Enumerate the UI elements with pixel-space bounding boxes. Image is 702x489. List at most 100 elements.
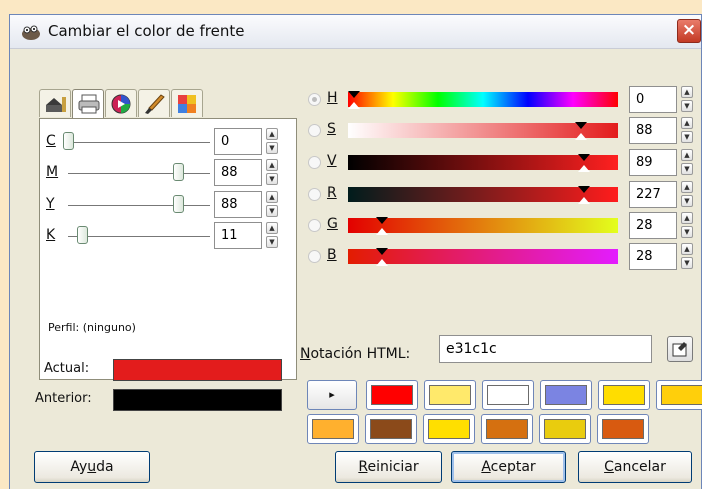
tab-paintbrush[interactable] xyxy=(138,89,170,117)
history-swatch[interactable] xyxy=(365,414,417,444)
spin-up-button[interactable]: ▲ xyxy=(681,181,693,193)
scale-value-input-h[interactable] xyxy=(629,86,677,113)
scale-radio-b[interactable] xyxy=(308,250,321,263)
cmyk-slider-track-c[interactable] xyxy=(68,142,210,143)
scale-radio-h[interactable] xyxy=(308,93,321,106)
scale-marker-bottom[interactable] xyxy=(577,197,590,204)
scale-label-v: V xyxy=(327,153,337,169)
scale-marker-top[interactable] xyxy=(376,248,389,255)
scale-marker-bottom[interactable] xyxy=(575,133,588,140)
cancel-button[interactable]: Cancelar xyxy=(578,451,692,483)
scale-marker-top[interactable] xyxy=(348,91,360,98)
scale-marker-top[interactable] xyxy=(376,217,389,224)
scale-bar-g[interactable] xyxy=(348,217,618,235)
cmyk-spinner-y: ▲ ▼ xyxy=(266,191,278,218)
title-bar[interactable]: Cambiar el color de frente × xyxy=(10,15,701,49)
scale-spinner-r: ▲ ▼ xyxy=(681,181,693,208)
help-button[interactable]: Ayuda xyxy=(34,451,150,483)
scale-bar-r[interactable] xyxy=(348,186,618,204)
spin-down-button[interactable]: ▼ xyxy=(266,173,278,185)
paintbrush-icon xyxy=(145,94,165,114)
scale-marker-bottom[interactable] xyxy=(577,165,590,172)
scale-radio-g[interactable] xyxy=(308,219,321,232)
cmyk-slider-track-y[interactable] xyxy=(68,205,210,206)
scale-marker-top[interactable] xyxy=(577,186,590,193)
cmyk-slider-track-k[interactable] xyxy=(68,236,210,237)
history-swatch[interactable] xyxy=(597,414,649,444)
html-notation-label-rest: otación HTML: xyxy=(310,346,411,362)
history-swatch[interactable] xyxy=(481,414,533,444)
cmyk-slider-thumb-k[interactable] xyxy=(76,226,88,244)
color-picker-button[interactable] xyxy=(667,336,693,362)
scale-spinner-s: ▲ ▼ xyxy=(681,117,693,144)
scale-marker-bottom[interactable] xyxy=(348,102,360,109)
reset-button[interactable]: Reiniciar xyxy=(335,451,442,483)
scale-bar-b[interactable] xyxy=(348,248,618,266)
tab-color-wheel[interactable] xyxy=(105,89,137,117)
scale-bar-v[interactable] xyxy=(348,154,618,172)
history-swatch[interactable] xyxy=(307,414,359,444)
history-swatch[interactable] xyxy=(423,414,475,444)
history-swatch[interactable] xyxy=(539,414,591,444)
scale-label-s: S xyxy=(327,121,336,137)
tab-palette[interactable] xyxy=(171,89,203,117)
spin-down-button[interactable]: ▼ xyxy=(681,195,693,207)
scale-radio-s[interactable] xyxy=(308,124,321,137)
cmyk-slider-thumb-c[interactable] xyxy=(63,132,74,150)
add-to-history-button[interactable]: ▸ xyxy=(307,380,357,410)
spin-down-button[interactable]: ▼ xyxy=(681,163,693,175)
scale-value-input-g[interactable] xyxy=(629,212,677,239)
cmyk-value-input-y[interactable] xyxy=(214,191,262,218)
scale-marker-top[interactable] xyxy=(575,122,588,129)
cmyk-value-input-c[interactable] xyxy=(214,128,262,155)
spin-up-button[interactable]: ▲ xyxy=(266,222,278,234)
cmyk-value-input-m[interactable] xyxy=(214,159,262,186)
spin-down-button[interactable]: ▼ xyxy=(266,142,278,154)
history-swatch-fill xyxy=(544,419,586,439)
spin-up-button[interactable]: ▲ xyxy=(681,243,693,255)
history-swatch[interactable] xyxy=(598,380,650,410)
spin-up-button[interactable]: ▲ xyxy=(266,159,278,171)
history-swatch[interactable] xyxy=(482,380,534,410)
spin-up-button[interactable]: ▲ xyxy=(681,149,693,161)
history-swatch[interactable] xyxy=(540,380,592,410)
spin-down-button[interactable]: ▼ xyxy=(681,257,693,269)
tab-gimp-selector[interactable] xyxy=(39,89,71,117)
help-button-label-pre: Ay xyxy=(70,459,88,475)
gimp-selector-icon xyxy=(46,97,66,112)
spin-down-button[interactable]: ▼ xyxy=(681,100,693,112)
tab-cmyk[interactable] xyxy=(72,89,104,119)
scale-value-input-s[interactable] xyxy=(629,117,677,144)
close-button[interactable]: × xyxy=(677,19,701,43)
scale-row-s: S▲▼ xyxy=(298,116,698,146)
spin-up-button[interactable]: ▲ xyxy=(681,117,693,129)
scale-radio-r[interactable] xyxy=(308,188,321,201)
scale-marker-bottom[interactable] xyxy=(376,228,389,235)
scale-radio-v[interactable] xyxy=(308,156,321,169)
spin-down-button[interactable]: ▼ xyxy=(681,226,693,238)
cmyk-value-input-k[interactable] xyxy=(214,222,262,249)
scale-value-input-r[interactable] xyxy=(629,181,677,208)
spin-down-button[interactable]: ▼ xyxy=(266,236,278,248)
spin-up-button[interactable]: ▲ xyxy=(681,86,693,98)
history-swatch[interactable] xyxy=(366,380,418,410)
spin-down-button[interactable]: ▼ xyxy=(681,131,693,143)
scale-marker-top[interactable] xyxy=(577,154,590,161)
spin-up-button[interactable]: ▲ xyxy=(266,191,278,203)
html-notation-input[interactable] xyxy=(439,335,652,363)
scale-bar-h[interactable] xyxy=(348,91,618,109)
cmyk-slider-thumb-y[interactable] xyxy=(173,195,184,213)
spin-up-button[interactable]: ▲ xyxy=(266,128,278,140)
spin-down-button[interactable]: ▼ xyxy=(266,205,278,217)
scale-bar-s[interactable] xyxy=(348,122,618,140)
scale-value-input-v[interactable] xyxy=(629,149,677,176)
cmyk-slider-thumb-m[interactable] xyxy=(173,163,184,181)
cmyk-slider-track-m[interactable] xyxy=(68,173,210,174)
history-swatch[interactable] xyxy=(424,380,476,410)
scale-marker-bottom[interactable] xyxy=(376,259,389,266)
spin-up-button[interactable]: ▲ xyxy=(681,212,693,224)
history-swatch[interactable] xyxy=(656,380,702,410)
anterior-color-swatch[interactable] xyxy=(113,389,282,411)
scale-value-input-b[interactable] xyxy=(629,243,677,270)
accept-button[interactable]: Aceptar xyxy=(451,451,566,483)
